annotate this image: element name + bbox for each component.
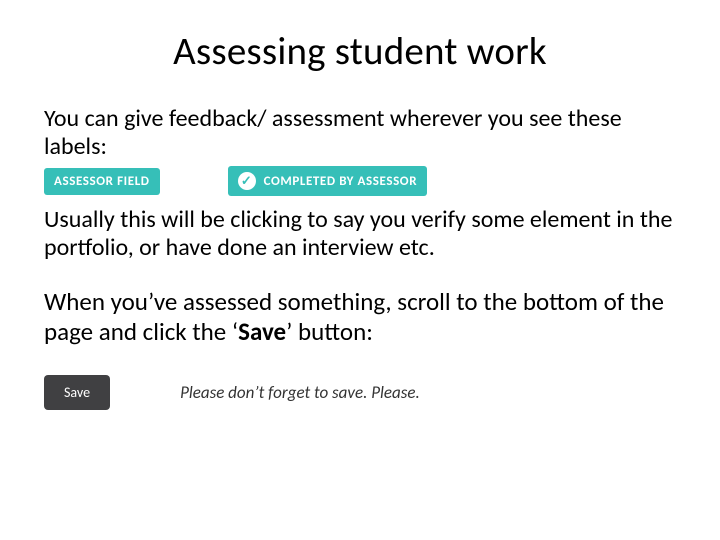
completed-by-assessor-badge: ✓ COMPLETED BY ASSESSOR [228, 166, 428, 196]
reminder-text: Please don’t forget to save. Please. [180, 382, 420, 403]
badge-row: ASSESSOR FIELD ✓ COMPLETED BY ASSESSOR [44, 166, 676, 196]
when-assessed-text: When you’ve assessed something, scroll t… [44, 287, 676, 347]
bottom-row: Save Please don’t forget to save. Please… [44, 375, 676, 410]
usually-text: Usually this will be clicking to say you… [44, 206, 676, 261]
completed-by-assessor-label: COMPLETED BY ASSESSOR [264, 174, 418, 189]
assessor-field-label: ASSESSOR FIELD [54, 174, 150, 189]
assessor-field-badge: ASSESSOR FIELD [44, 168, 160, 195]
when-suffix: ’ button: [286, 316, 373, 347]
intro-text: You can give feedback/ assessment wherev… [44, 105, 676, 160]
slide: Assessing student work You can give feed… [0, 0, 720, 540]
check-icon: ✓ [238, 172, 256, 190]
when-bold: Save [238, 316, 286, 347]
page-title: Assessing student work [44, 28, 676, 75]
save-button[interactable]: Save [44, 375, 110, 410]
